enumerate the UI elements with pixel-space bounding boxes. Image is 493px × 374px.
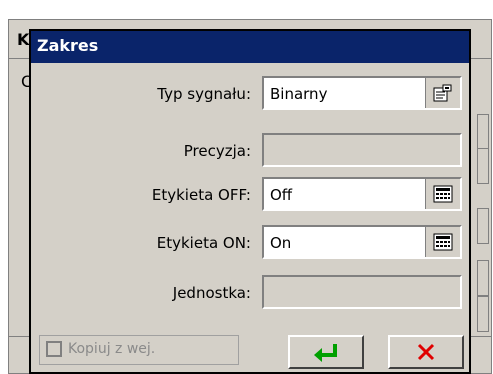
label-off-label: Etykieta OFF: <box>151 186 251 204</box>
cancel-button[interactable] <box>388 335 464 369</box>
keyboard-icon <box>433 233 453 251</box>
background-side-button[interactable] <box>477 148 489 184</box>
properties-icon <box>433 84 452 102</box>
ok-button[interactable] <box>288 335 364 369</box>
label-off-keyboard-button[interactable] <box>425 179 460 209</box>
label-on-field[interactable]: On <box>262 225 462 259</box>
checkbox-box[interactable] <box>46 341 62 357</box>
precision-field <box>262 133 462 167</box>
keyboard-icon <box>433 185 453 203</box>
unit-field <box>262 275 462 309</box>
background-side-button[interactable] <box>477 296 489 332</box>
label-off-value: Off <box>270 186 293 204</box>
enter-icon <box>314 344 337 362</box>
range-dialog: Zakres Typ sygnału: Binarny Precyzja: Et… <box>29 29 471 374</box>
signal-type-field[interactable]: Binarny <box>262 76 462 110</box>
signal-type-label: Typ sygnału: <box>157 85 251 103</box>
dialog-titlebar: Zakres <box>31 31 469 63</box>
signal-type-value: Binarny <box>270 85 328 103</box>
copy-from-input-checkbox[interactable]: Kopiuj z wej. <box>39 335 239 365</box>
dialog-title: Zakres <box>37 36 99 55</box>
background-side-button[interactable] <box>477 114 489 150</box>
signal-type-select-button[interactable] <box>425 78 460 108</box>
label-on-value: On <box>270 234 292 252</box>
background-side-button[interactable] <box>477 260 489 296</box>
close-icon <box>417 343 435 361</box>
label-off-field[interactable]: Off <box>262 177 462 211</box>
label-on-keyboard-button[interactable] <box>425 227 460 257</box>
background-side-button[interactable] <box>477 208 489 244</box>
copy-from-input-label: Kopiuj z wej. <box>68 341 156 357</box>
label-on-label: Etykieta ON: <box>156 234 251 252</box>
unit-label: Jednostka: <box>172 284 251 302</box>
precision-label: Precyzja: <box>183 142 251 160</box>
